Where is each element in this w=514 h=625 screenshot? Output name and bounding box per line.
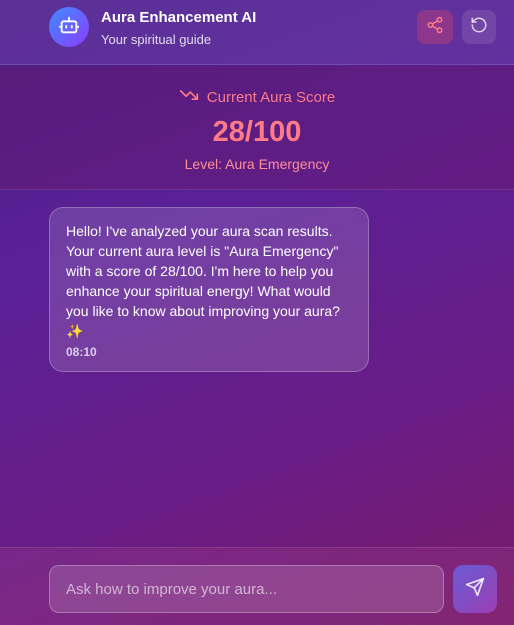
app-title: Aura Enhancement AI [101, 9, 257, 26]
trending-down-icon [179, 85, 199, 109]
app-subtitle: Your spiritual guide [101, 32, 212, 47]
score-label: Current Aura Score [206, 88, 336, 106]
assistant-message: Hello! I've analyzed your aura scan resu… [49, 207, 369, 372]
send-button[interactable] [453, 565, 497, 613]
share-button[interactable] [417, 10, 453, 44]
score-level: Level: Aura Emergency [184, 156, 330, 172]
bot-avatar [49, 7, 89, 47]
message-text: Hello! I've analyzed your aura scan resu… [66, 223, 340, 339]
aura-score-panel: Current Aura Score 28/100 Level: Aura Em… [0, 66, 514, 190]
message-composer [0, 547, 514, 625]
robot-icon [58, 14, 80, 41]
share-icon [426, 16, 444, 39]
score-value: 28/100 [212, 116, 302, 148]
chat-header: Aura Enhancement AI Your spiritual guide [0, 0, 514, 65]
message-time: 08:10 [66, 345, 97, 359]
send-icon [465, 577, 485, 602]
score-label-row: Current Aura Score [0, 85, 514, 109]
reset-chat-button[interactable] [462, 10, 496, 44]
refresh-icon [470, 16, 488, 39]
message-input[interactable] [49, 565, 444, 613]
